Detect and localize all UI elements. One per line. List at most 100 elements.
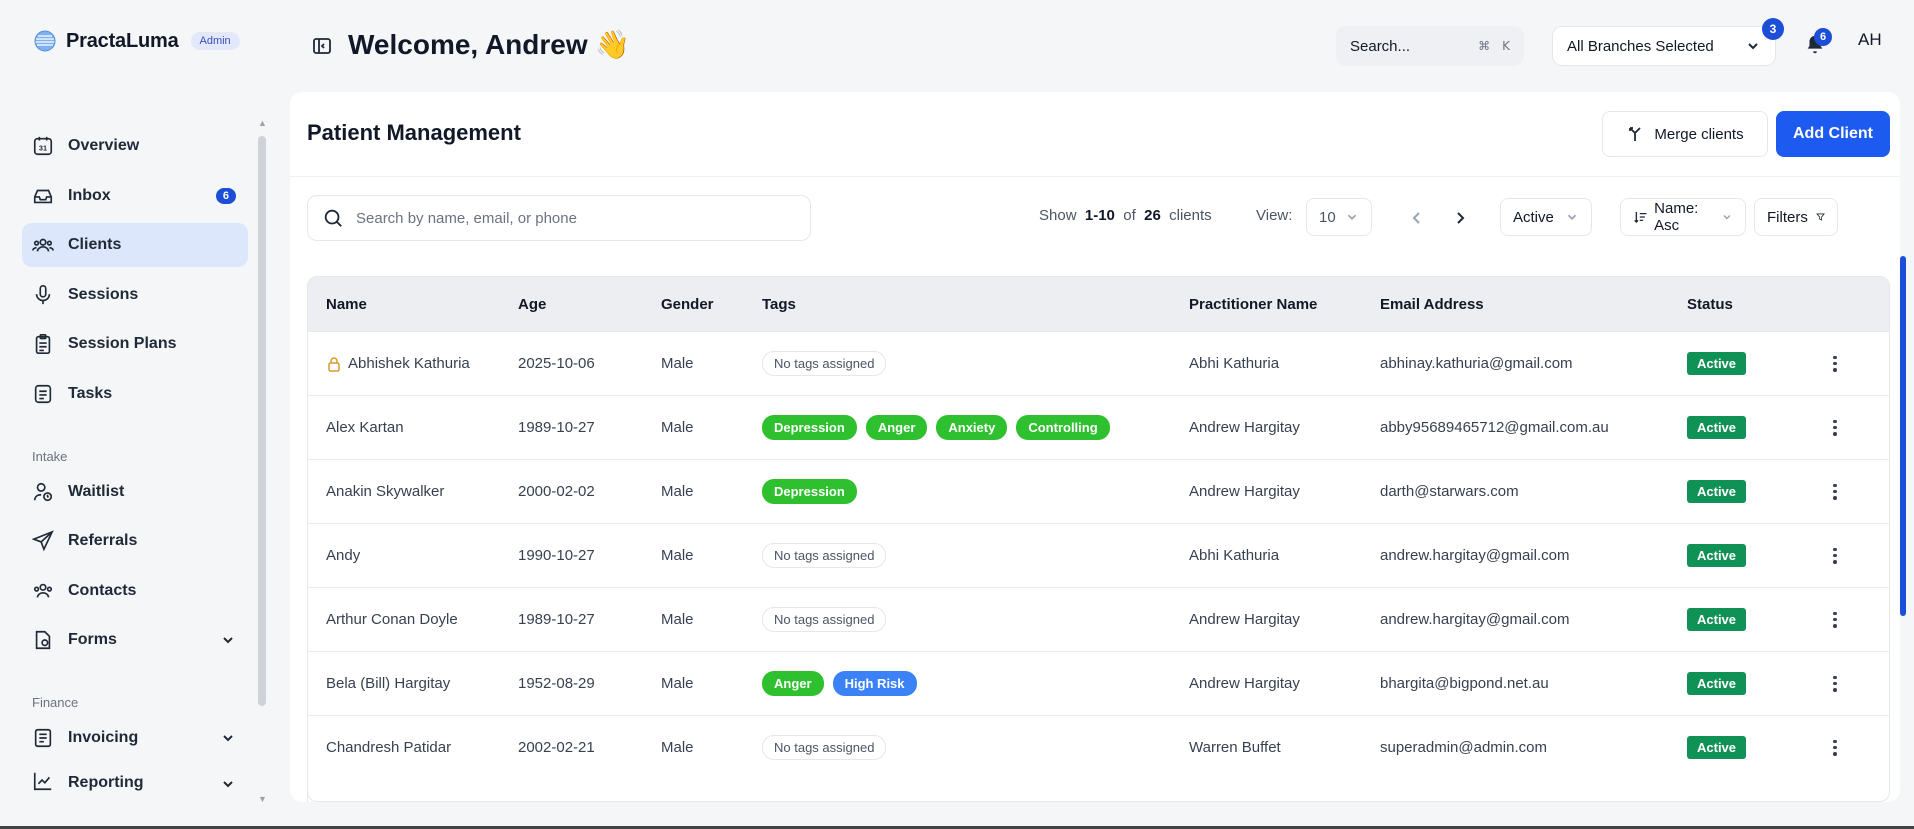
- sidebar-scrollbar[interactable]: [258, 136, 266, 706]
- sidebar-item-overview[interactable]: 31 Overview: [22, 124, 248, 168]
- row-menu-button[interactable]: [1815, 675, 1855, 692]
- sidebar-item-tasks[interactable]: Tasks: [22, 372, 248, 416]
- cell-name[interactable]: Alex Kartan: [308, 419, 518, 436]
- cell-tags: No tags assigned: [762, 607, 1189, 632]
- sidebar-item-invoicing[interactable]: Invoicing: [22, 716, 248, 760]
- sort-select[interactable]: Name: Asc: [1620, 198, 1746, 236]
- sidebar-item-label: Tasks: [68, 384, 113, 402]
- header-age[interactable]: Age: [518, 296, 661, 313]
- filters-button[interactable]: Filters: [1754, 198, 1838, 236]
- add-client-button[interactable]: Add Client: [1776, 111, 1890, 157]
- scroll-up-arrow-icon[interactable]: ▲: [258, 118, 267, 128]
- sidebar-item-session-plans[interactable]: Session Plans: [22, 322, 248, 366]
- search-icon: [324, 209, 342, 227]
- table-row[interactable]: Anakin Skywalker 2000-02-02 Male Depression…: [308, 459, 1889, 523]
- cell-status: Active: [1687, 480, 1815, 503]
- status-badge: Active: [1687, 480, 1747, 503]
- cell-gender: Male: [661, 739, 694, 756]
- filter-icon: [1815, 213, 1825, 221]
- table-row[interactable]: Arthur Conan Doyle 1989-10-27 Male No tags …: [308, 587, 1889, 651]
- sidebar-item-reporting[interactable]: Reporting: [22, 766, 248, 792]
- header-email[interactable]: Email Address: [1380, 296, 1687, 313]
- sidebar-item-sessions[interactable]: Sessions: [22, 273, 248, 317]
- sidebar-item-clients[interactable]: Clients: [22, 223, 248, 267]
- main-scrollbar[interactable]: [1900, 256, 1906, 616]
- global-search-label: Search...: [1350, 37, 1411, 55]
- status-filter-select[interactable]: Active: [1500, 198, 1592, 236]
- page-size-select[interactable]: 10: [1306, 198, 1372, 236]
- cell-email: abby95689465712@gmail.com.au: [1380, 419, 1609, 436]
- brand-logo-icon: [34, 30, 56, 52]
- sidebar-item-label: Inbox: [68, 186, 111, 204]
- scroll-down-arrow-icon[interactable]: ▼: [258, 794, 267, 804]
- sidebar-item-label: Invoicing: [68, 729, 139, 746]
- cell-name[interactable]: Anakin Skywalker: [308, 483, 518, 500]
- header-name[interactable]: Name: [308, 296, 518, 313]
- cell-age: 2000-02-02: [518, 483, 595, 500]
- cell-status: Active: [1687, 736, 1815, 759]
- clients-table-grid: Name Age Gender Tags Practitioner Name E…: [307, 276, 1890, 802]
- total-count: 26: [1144, 207, 1161, 224]
- table-row[interactable]: Chandresh Patidar 2002-02-21 Male No tags a…: [308, 715, 1889, 779]
- header-tags[interactable]: Tags: [762, 296, 1189, 313]
- sidebar-item-waitlist[interactable]: Waitlist: [22, 470, 248, 514]
- sidebar-item-label: Contacts: [68, 581, 137, 599]
- cell-practitioner: Andrew Hargitay: [1189, 419, 1300, 436]
- brand[interactable]: PractaLuma Admin: [32, 28, 240, 54]
- send-icon: [32, 530, 54, 552]
- user-clock-icon: [33, 482, 53, 501]
- merge-clients-button[interactable]: Merge clients: [1602, 111, 1768, 157]
- sidebar-item-label: Reporting: [68, 773, 144, 791]
- cell-practitioner: Warren Buffet: [1189, 739, 1281, 756]
- table-row[interactable]: Andy 1990-10-27 Male No tags assigned Abhi K…: [308, 523, 1889, 587]
- cell-gender: Male: [661, 547, 694, 564]
- microphone-icon: [35, 284, 51, 304]
- cell-practitioner: Abhi Kathuria: [1189, 355, 1280, 372]
- cell-tags: No tags assigned: [762, 735, 1189, 760]
- pagination-summary: Show 1-10 of 26 clients: [1039, 207, 1212, 224]
- table-row[interactable]: Bela (Bill) Hargitay 1952-08-29 Male Anger H…: [308, 651, 1889, 715]
- row-menu-button[interactable]: [1815, 739, 1855, 756]
- branch-selector[interactable]: All Branches Selected: [1552, 26, 1776, 66]
- row-menu-button[interactable]: [1815, 547, 1855, 564]
- chart-icon: [33, 772, 52, 790]
- table-header: Name Age Gender Tags Practitioner Name E…: [308, 277, 1889, 331]
- chevron-down-icon: [1748, 43, 1758, 50]
- table-row[interactable]: Abhishek Kathuria 2025-10-06 Male No tags a…: [308, 331, 1889, 395]
- header-gender[interactable]: Gender: [661, 296, 762, 313]
- client-name: Bela (Bill) Hargitay: [326, 675, 451, 692]
- sidebar-item-inbox[interactable]: Inbox 6: [22, 174, 248, 218]
- cell-name[interactable]: Bela (Bill) Hargitay: [308, 675, 518, 692]
- sidebar-toggle-icon[interactable]: [312, 36, 332, 56]
- cell-gender: Male: [661, 611, 694, 628]
- row-menu-button[interactable]: [1815, 483, 1855, 500]
- row-menu-button[interactable]: [1815, 419, 1855, 436]
- cell-name[interactable]: Andy: [308, 547, 518, 564]
- sidebar-item-contacts[interactable]: Contacts: [22, 569, 248, 613]
- sidebar: PractaLuma Admin 31 Overview Inbox 6 Cli…: [0, 0, 270, 829]
- prev-page-icon[interactable]: [1407, 208, 1427, 228]
- next-page-icon[interactable]: [1450, 208, 1470, 228]
- search-shortcut: ⌘ K: [1478, 39, 1510, 53]
- no-tags-badge: No tags assigned: [762, 351, 887, 376]
- table-row[interactable]: Alex Kartan 1989-10-27 Male Depression Anger…: [308, 395, 1889, 459]
- cell-name[interactable]: Abhishek Kathuria: [308, 355, 518, 372]
- show-label: Show: [1039, 207, 1077, 224]
- header-practitioner[interactable]: Practitioner Name: [1189, 296, 1380, 313]
- header-status[interactable]: Status: [1687, 296, 1815, 313]
- tag-badge: Anxiety: [936, 415, 1008, 440]
- cell-gender: Male: [661, 419, 694, 436]
- avatar[interactable]: AH: [1858, 30, 1882, 50]
- client-search[interactable]: [307, 195, 811, 241]
- clients-label: clients: [1169, 207, 1212, 224]
- sidebar-item-forms[interactable]: Forms: [22, 618, 248, 662]
- cell-name[interactable]: Arthur Conan Doyle: [308, 611, 518, 628]
- global-search-button[interactable]: Search... ⌘ K: [1336, 26, 1524, 66]
- sidebar-item-label: Sessions: [68, 285, 139, 303]
- row-menu-button[interactable]: [1815, 355, 1855, 372]
- cell-status: Active: [1687, 672, 1815, 695]
- sidebar-item-referrals[interactable]: Referrals: [22, 519, 248, 563]
- row-menu-button[interactable]: [1815, 611, 1855, 628]
- client-search-input[interactable]: [356, 209, 776, 227]
- cell-name[interactable]: Chandresh Patidar: [308, 739, 518, 756]
